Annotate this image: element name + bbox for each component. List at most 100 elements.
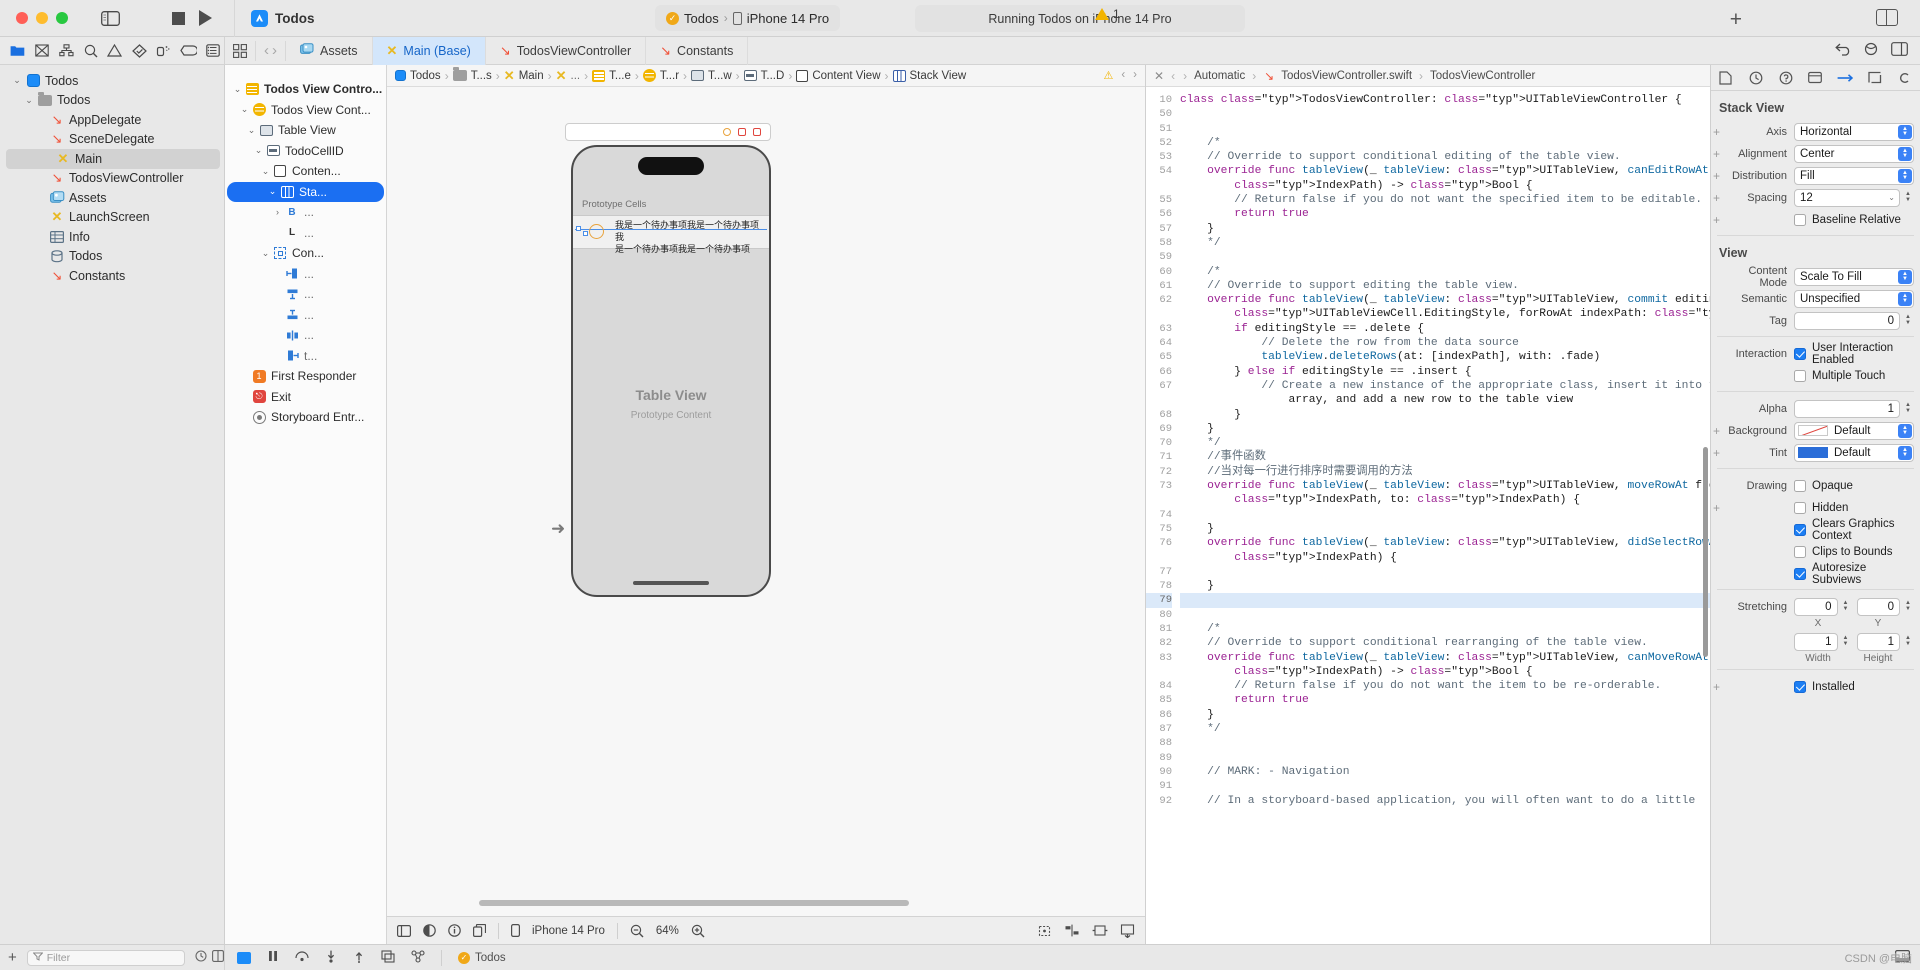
warning-indicator[interactable]: 1 [1095, 7, 1120, 21]
code-line[interactable]: } [1180, 579, 1710, 593]
code-line[interactable]: override func tableView(_ tableView: cla… [1180, 651, 1710, 665]
add-variation-icon[interactable]: + [1711, 501, 1722, 515]
clears-graphics-checkbox[interactable] [1794, 523, 1806, 536]
nav-item-constants[interactable]: ↘ Constants [0, 266, 224, 286]
editor-vertical-scrollbar[interactable] [1703, 446, 1708, 657]
nav-item-group-todos[interactable]: ⌄ Todos [0, 91, 224, 111]
code-line[interactable] [1180, 107, 1710, 121]
device-name-label[interactable]: iPhone 14 Pro [532, 925, 605, 937]
debug-navigator-icon[interactable] [153, 41, 175, 61]
breadcrumb-item-viewcontroller[interactable]: T...r [642, 69, 679, 82]
align-icon[interactable] [1064, 924, 1080, 937]
code-line[interactable]: } [1180, 222, 1710, 236]
close-editor-icon[interactable]: ✕ [1154, 69, 1164, 83]
opaque-checkbox[interactable] [1794, 479, 1806, 492]
debug-view-hierarchy-icon[interactable] [381, 949, 395, 966]
outline-item-constraint-trailing[interactable]: t... [225, 346, 386, 367]
navigator-filter-input[interactable]: Filter [26, 949, 185, 966]
source-control-filter-icon[interactable] [212, 950, 224, 965]
code-line[interactable]: class="typ">IndexPath, to: class="typ">I… [1180, 493, 1710, 507]
exit-dock-icon[interactable] [753, 128, 761, 136]
first-responder-dock-icon[interactable] [738, 128, 746, 136]
breadcrumb-prev-icon[interactable]: ‹ [1121, 69, 1125, 82]
warning-triangle-icon[interactable]: ⚠ [1103, 69, 1113, 82]
code-line[interactable]: } [1180, 522, 1710, 536]
duplicate-icon[interactable] [473, 924, 486, 937]
code-line[interactable]: //当对每一行进行排序时需要调用的方法 [1180, 465, 1710, 479]
add-file-button[interactable]: + [8, 949, 17, 966]
step-into-icon[interactable] [325, 950, 337, 966]
code-line[interactable]: */ [1180, 722, 1710, 736]
code-review-icon[interactable] [1835, 43, 1851, 59]
disclosure-down-icon[interactable]: ⌄ [22, 95, 36, 106]
outline-item-tableview[interactable]: ⌄ Table View [225, 120, 386, 141]
close-window-button[interactable] [16, 12, 28, 24]
add-variation-icon[interactable]: + [1711, 191, 1722, 205]
editor-crumb-symbol[interactable]: TodosViewController [1430, 70, 1535, 82]
code-line[interactable]: // Override to support editing the table… [1180, 279, 1710, 293]
multiple-touch-checkbox[interactable] [1794, 369, 1806, 382]
view-controller-dock-icon[interactable] [723, 128, 731, 136]
breakpoint-navigator-icon[interactable] [177, 41, 199, 61]
debug-scheme-crumb[interactable]: ✓ Todos [458, 951, 506, 964]
code-line[interactable]: return true [1180, 207, 1710, 221]
sidebar-toggle-icon[interactable] [96, 7, 124, 29]
outline-item-viewcontroller[interactable]: ⌄ Todos View Cont... [225, 100, 386, 121]
project-navigator-icon[interactable] [6, 41, 28, 61]
tab-todosviewcontroller[interactable]: ↘ TodosViewController [486, 36, 647, 65]
code-line[interactable]: // Return false if you do not want the i… [1180, 679, 1710, 693]
breadcrumb-item-project[interactable]: Todos [395, 70, 441, 82]
nav-item-todosviewcontroller[interactable]: ↘ TodosViewController [0, 169, 224, 189]
code-line[interactable]: } else if editingStyle == .insert { [1180, 365, 1710, 379]
stretch-height-stepper[interactable]: ▲ ▼ [1902, 633, 1914, 651]
issue-navigator-icon[interactable] [104, 41, 126, 61]
spacing-input[interactable]: 12 ⌄ [1794, 188, 1900, 207]
tab-main-base[interactable]: ✕ Main (Base) [372, 36, 486, 65]
disclosure-down-icon[interactable]: ⌄ [252, 145, 265, 156]
attributes-inspector-icon[interactable] [1835, 69, 1855, 87]
scheme-destination-chip[interactable]: ✓ Todos › iPhone 14 Pro [655, 5, 841, 31]
outline-item-constraint-leading[interactable]: ... [225, 264, 386, 285]
code-line[interactable]: class="typ">IndexPath) { [1180, 551, 1710, 565]
code-line[interactable]: //事件函数 [1180, 450, 1710, 464]
adjust-editor-icon[interactable] [1863, 42, 1879, 59]
add-variation-icon[interactable]: + [1711, 169, 1722, 183]
add-variation-icon[interactable]: + [1711, 125, 1722, 139]
hidden-checkbox[interactable] [1794, 501, 1806, 514]
outline-item-constraint-center[interactable]: ... [225, 325, 386, 346]
breadcrumb-item-group[interactable]: T...s [452, 67, 492, 82]
identity-inspector-icon[interactable] [1805, 69, 1825, 87]
code-line[interactable] [1180, 508, 1710, 522]
alpha-stepper[interactable]: ▲ ▼ [1902, 400, 1914, 418]
outline-item-button[interactable]: › B ... [225, 202, 386, 223]
breadcrumb-item-cell[interactable]: T...D [743, 70, 784, 82]
code-line[interactable]: class="typ">IndexPath) -> class="typ">Bo… [1180, 665, 1710, 679]
code-line[interactable] [1180, 736, 1710, 750]
tag-stepper[interactable]: ▲ ▼ [1902, 312, 1914, 330]
code-line[interactable]: override func tableView(_ tableView: cla… [1180, 293, 1710, 307]
code-line[interactable]: */ [1180, 236, 1710, 250]
quick-help-inspector-icon[interactable] [1776, 69, 1796, 87]
code-line[interactable]: override func tableView(_ tableView: cla… [1180, 536, 1710, 550]
variations-icon[interactable] [423, 924, 436, 937]
add-constraints-icon[interactable] [1092, 924, 1108, 937]
breadcrumb-item-main[interactable]: ✕ Main [504, 68, 544, 84]
code-line[interactable]: if editingStyle == .delete { [1180, 322, 1710, 336]
inspector-toggle-icon[interactable] [1876, 9, 1898, 26]
outline-item-constraint-top[interactable]: ... [225, 284, 386, 305]
device-preview[interactable]: Prototype Cells 我是一个待办事项我是一个待办事项我 是一个待办事… [571, 145, 771, 597]
add-variation-icon[interactable]: + [1711, 147, 1722, 161]
code-line[interactable]: /* [1180, 265, 1710, 279]
code-line[interactable]: } [1180, 708, 1710, 722]
autoresize-subviews-checkbox[interactable] [1794, 567, 1806, 580]
canvas-horizontal-scrollbar[interactable] [479, 900, 909, 906]
alignment-select[interactable]: Center ▲ ▼ [1794, 144, 1914, 163]
code-line[interactable]: } [1180, 408, 1710, 422]
outline-item-first-responder[interactable]: 1 First Responder [225, 366, 386, 387]
code-line[interactable] [1180, 250, 1710, 264]
resize-handle[interactable] [583, 231, 588, 236]
code-line[interactable]: // Delete the row from the data source [1180, 336, 1710, 350]
tag-input[interactable]: 0 [1794, 311, 1900, 330]
spacing-stepper[interactable]: ▲ ▼ [1902, 189, 1914, 207]
code-line[interactable]: // MARK: - Navigation [1180, 765, 1710, 779]
